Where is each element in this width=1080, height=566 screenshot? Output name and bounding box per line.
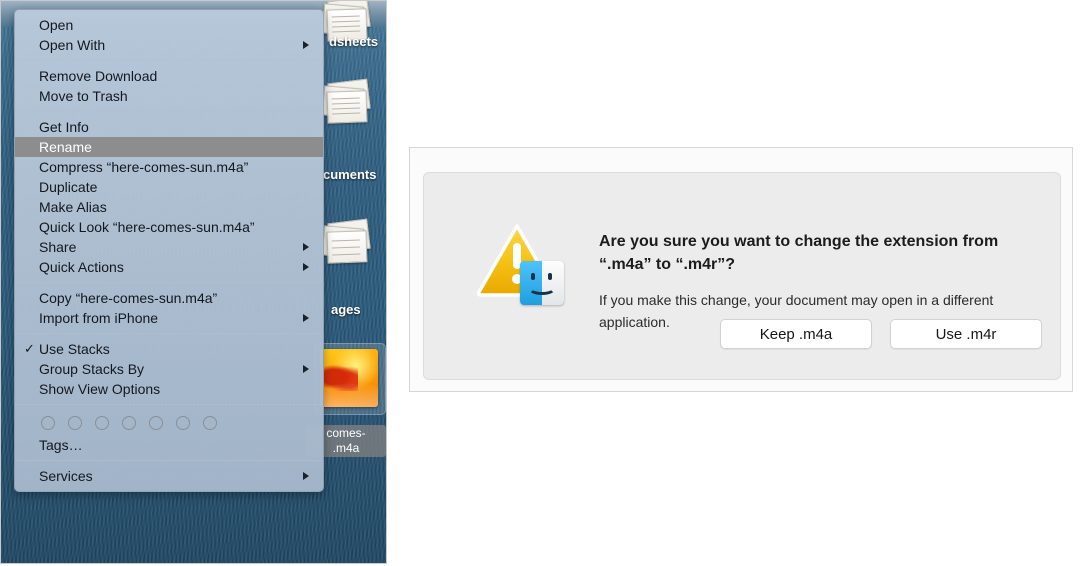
stack-sheet xyxy=(326,90,368,124)
dialog-heading: Are you sure you want to change the exte… xyxy=(599,233,999,273)
menu-item-services[interactable]: Services xyxy=(15,466,323,486)
menu-separator xyxy=(15,404,323,405)
menu-separator xyxy=(15,282,323,283)
submenu-arrow-icon xyxy=(303,243,309,251)
tag-color-row[interactable] xyxy=(15,410,323,435)
menu-item-import-from-iphone[interactable]: Import from iPhone xyxy=(15,308,323,328)
menu-item-open-with[interactable]: Open With xyxy=(15,35,323,55)
submenu-arrow-icon xyxy=(303,314,309,322)
menu-item-open[interactable]: Open xyxy=(15,15,323,35)
menu-item-show-view-options[interactable]: Show View Options xyxy=(15,379,323,399)
keep-extension-button[interactable]: Keep .m4a xyxy=(720,319,872,349)
submenu-arrow-icon xyxy=(303,472,309,480)
submenu-arrow-icon xyxy=(303,41,309,49)
tag-color-dot[interactable] xyxy=(176,416,190,430)
use-extension-button[interactable]: Use .m4r xyxy=(890,319,1042,349)
tag-color-dot[interactable] xyxy=(41,416,55,430)
menu-item-copy-here-comes-sun-m4a[interactable]: Copy “here-comes-sun.m4a” xyxy=(15,288,323,308)
menu-separator xyxy=(15,111,323,112)
finder-face-badge-icon xyxy=(520,261,564,305)
menu-item-duplicate[interactable]: Duplicate xyxy=(15,177,323,197)
dialog-button-row: Keep .m4a Use .m4r xyxy=(720,319,1042,349)
desktop-file-icon-album-art[interactable] xyxy=(320,349,378,407)
desktop-stack-documents[interactable] xyxy=(319,78,373,125)
menu-item-make-alias[interactable]: Make Alias xyxy=(15,197,323,217)
menu-separator xyxy=(15,60,323,61)
menu-item-get-info[interactable]: Get Info xyxy=(15,117,323,137)
tag-color-dot[interactable] xyxy=(95,416,109,430)
menu-item-share[interactable]: Share xyxy=(15,237,323,257)
desktop-stack-label-images: ages xyxy=(331,302,361,317)
tag-color-dot[interactable] xyxy=(149,416,163,430)
menu-item-quick-look-here-comes-sun-m4a[interactable]: Quick Look “here-comes-sun.m4a” xyxy=(15,217,323,237)
submenu-arrow-icon xyxy=(303,365,309,373)
desktop-stack-label-documents: cuments xyxy=(323,167,377,182)
tag-color-dot[interactable] xyxy=(68,416,82,430)
desktop-stack-label-spreadsheets: dsheets xyxy=(329,34,379,49)
menu-separator xyxy=(15,460,323,461)
tag-color-dot[interactable] xyxy=(203,416,217,430)
submenu-arrow-icon xyxy=(303,263,309,271)
menu-item-remove-download[interactable]: Remove Download xyxy=(15,66,323,86)
finder-face-eye-right xyxy=(548,273,552,280)
dialog-panel: Are you sure you want to change the exte… xyxy=(423,172,1061,380)
caution-icon xyxy=(476,223,572,311)
menu-item-group-stacks-by[interactable]: Group Stacks By xyxy=(15,359,323,379)
desktop-stack-images[interactable] xyxy=(319,218,373,265)
menu-item-move-to-trash[interactable]: Move to Trash xyxy=(15,86,323,106)
menu-separator xyxy=(15,333,323,334)
checkmark-icon: ✓ xyxy=(24,341,35,356)
stack-sheet xyxy=(326,230,368,264)
finder-context-menu[interactable]: Open Open With Remove Download Move to Tras… xyxy=(14,9,324,492)
extension-change-dialog-screenshot: Are you sure you want to change the exte… xyxy=(409,147,1073,392)
menu-item-tags[interactable]: Tags… xyxy=(15,435,323,455)
tag-color-dot[interactable] xyxy=(122,416,136,430)
menu-item-rename[interactable]: Rename xyxy=(15,137,323,157)
finder-face-eye-left xyxy=(531,273,535,280)
finder-desktop-screenshot: dsheets cuments ages comes- .m4a Open Ope… xyxy=(0,0,387,564)
menu-item-compress-here-comes-sun-m4a[interactable]: Compress “here-comes-sun.m4a” xyxy=(15,157,323,177)
menu-item-use-stacks[interactable]: ✓ Use Stacks xyxy=(15,339,323,359)
finder-face-smile xyxy=(528,281,556,295)
menu-item-quick-actions[interactable]: Quick Actions xyxy=(15,257,323,277)
